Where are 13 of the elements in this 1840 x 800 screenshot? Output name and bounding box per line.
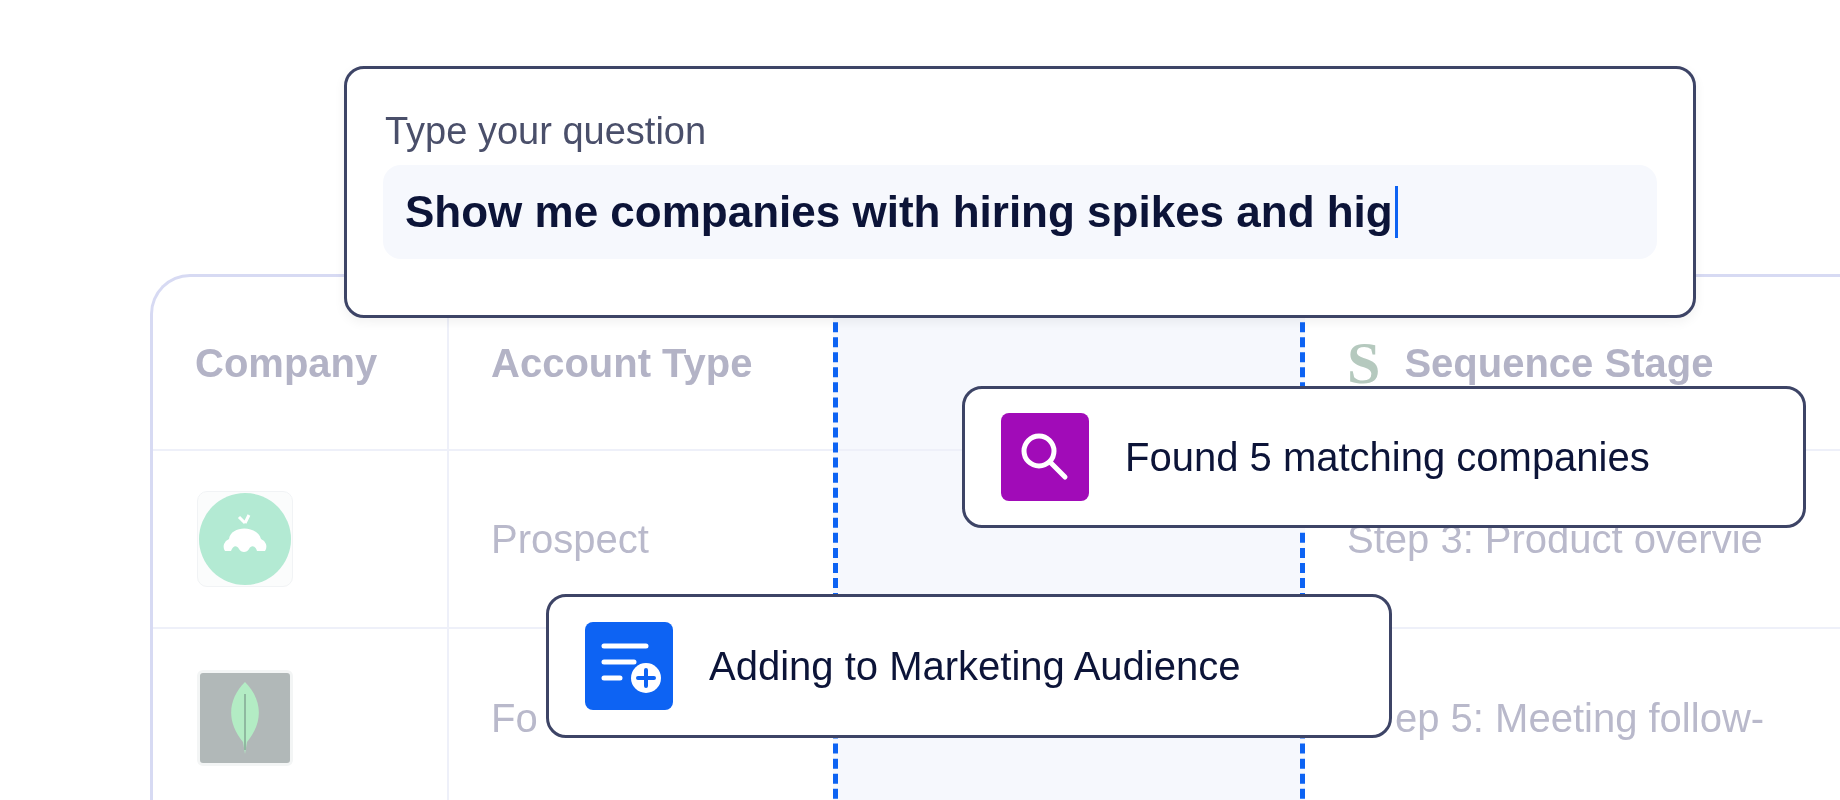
- text-cursor: [1394, 186, 1398, 238]
- search-icon: [1001, 413, 1089, 501]
- sequence-logo-icon: S: [1347, 333, 1381, 393]
- column-header[interactable]: Company: [195, 333, 378, 393]
- column-header[interactable]: Account Type: [491, 333, 753, 393]
- list-add-icon: [585, 622, 673, 710]
- question-field[interactable]: Show me companies with hiring spikes and hig: [383, 165, 1657, 259]
- question-label: Type your question: [384, 109, 708, 153]
- notification-text: Adding to Marketing Audience: [709, 643, 1241, 690]
- table-cell-text: Prospect: [491, 516, 649, 563]
- notification-text: Found 5 matching companies: [1125, 434, 1650, 481]
- table-cell-text: Fo: [491, 695, 538, 742]
- table-cell-text: ep 5: Meeting follow-: [1395, 695, 1765, 742]
